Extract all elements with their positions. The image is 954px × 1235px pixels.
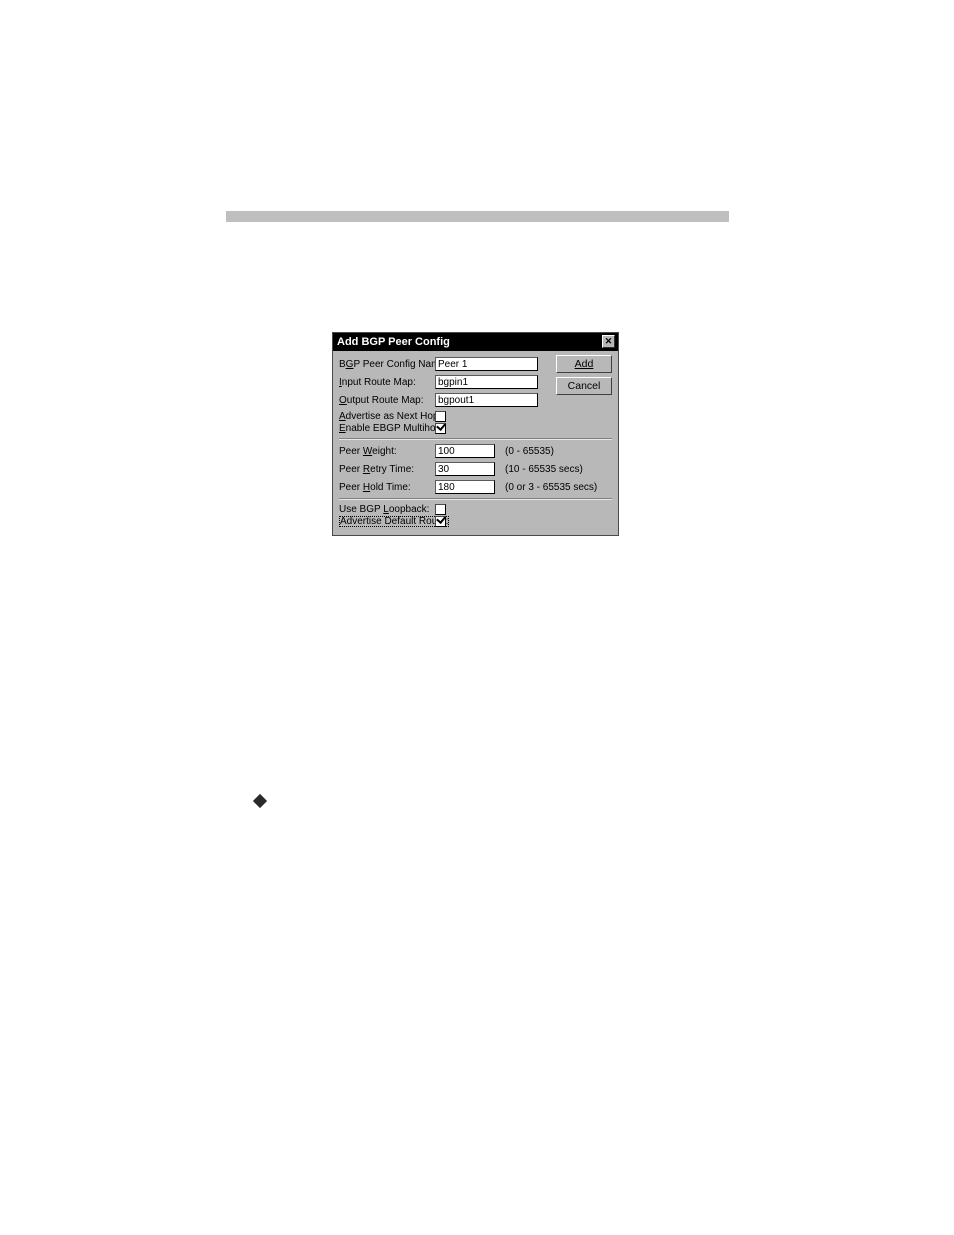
close-button[interactable]: ✕: [602, 335, 615, 348]
label-use-bgp-loopback: Use BGP Loopback:: [339, 504, 435, 515]
add-button-label: Add: [575, 358, 594, 370]
cancel-button-label: Cancel: [568, 380, 601, 392]
dialog-titlebar: Add BGP Peer Config ✕: [333, 333, 618, 351]
page-decorative-bar: [226, 211, 729, 222]
bullet-diamond: [253, 794, 267, 808]
row-peer-hold-time: Peer Hold Time: (0 or 3 - 65535 secs): [339, 480, 612, 494]
label-advertise-next-hop: Advertise as Next Hop:: [339, 411, 435, 422]
advertise-default-route-checkbox[interactable]: [435, 516, 446, 527]
label-enable-ebgp-multihop: Enable EBGP Multihop:: [339, 423, 435, 434]
label-output-route-map: Output Route Map:: [339, 395, 435, 406]
label-advertise-default-route: Advertise Default Route:: [339, 516, 435, 527]
dialog-buttons: Add Cancel: [556, 355, 612, 395]
row-use-bgp-loopback: Use BGP Loopback:: [339, 504, 612, 515]
input-route-map-input[interactable]: [435, 375, 538, 389]
label-peer-hold-time: Peer Hold Time:: [339, 482, 435, 493]
enable-ebgp-multihop-checkbox[interactable]: [435, 423, 446, 434]
row-advertise-default-route: Advertise Default Route:: [339, 516, 612, 527]
row-enable-ebgp-multihop: Enable EBGP Multihop:: [339, 423, 612, 434]
row-advertise-next-hop: Advertise as Next Hop:: [339, 411, 612, 422]
config-name-input[interactable]: [435, 357, 538, 371]
peer-retry-time-input[interactable]: [435, 462, 495, 476]
hint-peer-retry-time: (10 - 65535 secs): [505, 464, 583, 475]
peer-weight-input[interactable]: [435, 444, 495, 458]
hint-peer-hold-time: (0 or 3 - 65535 secs): [505, 482, 597, 493]
label-config-name: BGP Peer Config Name:: [339, 359, 435, 370]
close-icon: ✕: [605, 337, 613, 346]
hint-peer-weight: (0 - 65535): [505, 446, 554, 457]
add-bgp-peer-config-dialog: Add BGP Peer Config ✕ Add Cancel BGP Pee…: [332, 332, 619, 536]
separator-2: [339, 498, 612, 500]
peer-hold-time-input[interactable]: [435, 480, 495, 494]
label-peer-weight: Peer Weight:: [339, 446, 435, 457]
label-input-route-map: Input Route Map:: [339, 377, 435, 388]
separator-1: [339, 438, 612, 440]
label-peer-retry-time: Peer Retry Time:: [339, 464, 435, 475]
output-route-map-input[interactable]: [435, 393, 538, 407]
row-peer-retry-time: Peer Retry Time: (10 - 65535 secs): [339, 462, 612, 476]
dialog-title: Add BGP Peer Config: [337, 336, 450, 348]
add-button[interactable]: Add: [556, 355, 612, 373]
dialog-body: Add Cancel BGP Peer Config Name: Input R…: [333, 351, 618, 535]
row-output-route-map: Output Route Map:: [339, 393, 612, 407]
row-peer-weight: Peer Weight: (0 - 65535): [339, 444, 612, 458]
cancel-button[interactable]: Cancel: [556, 377, 612, 395]
